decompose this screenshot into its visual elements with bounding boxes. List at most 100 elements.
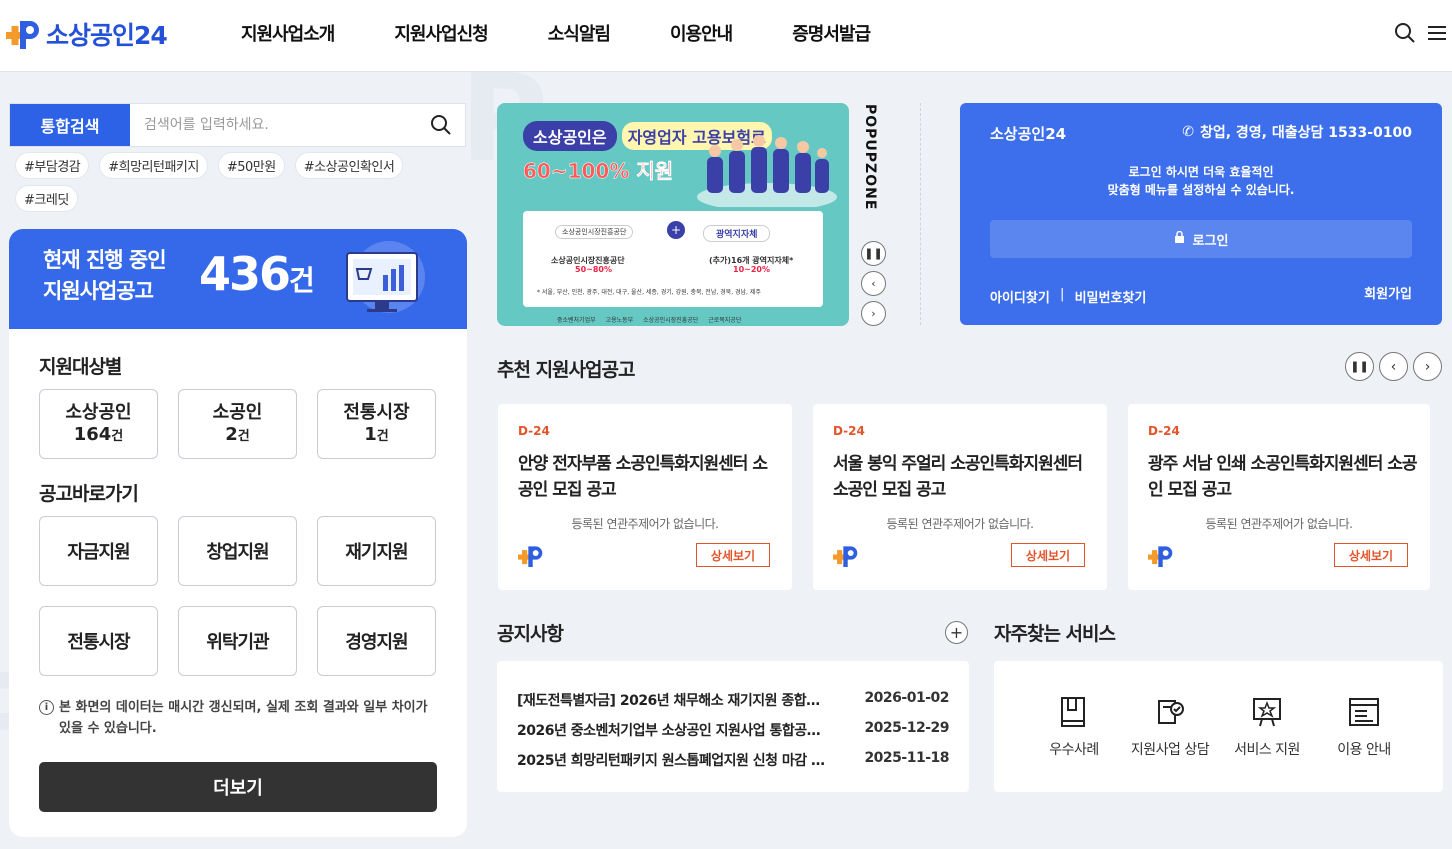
search-tag[interactable]: #희망리턴패키지 <box>99 152 208 179</box>
target-micro-manufacturer[interactable]: 소공인 2건 <box>178 389 297 459</box>
more-button[interactable]: 더보기 <box>39 762 437 812</box>
detail-button[interactable]: 상세보기 <box>1334 543 1408 567</box>
divider <box>920 103 921 325</box>
nav-item-guide[interactable]: 이용안내 <box>670 20 733 46</box>
card-keywords: 등록된 연관주제어가 없습니다. <box>1205 517 1353 531</box>
popup-pause-button[interactable]: ❚❚ <box>861 241 886 266</box>
data-refresh-notice: i 본 화면의 데이터는 매시간 갱신되며, 실제 조회 결과와 일부 차이가 … <box>39 697 429 739</box>
goto-restart[interactable]: 재기지원 <box>317 516 436 586</box>
current-programs-header[interactable]: 현재 진행 중인 지원사업공고 436건 <box>9 229 467 329</box>
service-support[interactable]: 서비스 지원 <box>1222 695 1312 759</box>
service-best-cases[interactable]: 우수사례 <box>1029 695 1119 759</box>
recommend-card[interactable]: D-24 안양 전자부품 소공인특화지원센터 소공인 모집 공고 등록된 연관주… <box>498 404 792 590</box>
join-link[interactable]: 회원가입 <box>1364 283 1412 302</box>
banner-people-illustration <box>697 117 837 211</box>
target-traditional-market[interactable]: 전통시장 1건 <box>317 389 436 459</box>
logo-p-icon <box>6 15 44 53</box>
login-message: 로그인 하시면 더욱 효율적인 맞춤형 메뉴를 설정하실 수 있습니다. <box>1107 165 1295 197</box>
banner-footer-orgs: 중소벤처기업부 고용노동부 소상공인시장진흥공단 근로복지공단 <box>557 317 742 324</box>
monitor-chart-icon <box>339 239 429 325</box>
site-logo[interactable]: 소상공인24 <box>6 14 168 54</box>
detail-button[interactable]: 상세보기 <box>1011 543 1085 567</box>
menu-icon[interactable] <box>1426 22 1448 44</box>
goto-funding[interactable]: 자금지원 <box>39 516 158 586</box>
logo-text: 소상공인24 <box>46 21 168 50</box>
target-small-business[interactable]: 소상공인 164건 <box>39 389 158 459</box>
search-tag[interactable]: #부담경감 <box>15 152 90 179</box>
search-label: 통합검색 <box>10 104 130 146</box>
search-tags: #부담경감 #희망리턴패키지 #50만원 #소상공인확인서 #크레딧 <box>15 152 470 218</box>
dday-badge: D-24 <box>833 424 865 438</box>
search-icon[interactable] <box>1394 22 1416 44</box>
dday-badge: D-24 <box>1148 424 1180 438</box>
find-password-link[interactable]: 비밀번호찾기 <box>1075 287 1147 306</box>
search-submit-icon[interactable] <box>417 104 465 146</box>
info-icon: i <box>39 700 54 715</box>
target-section-title: 지원대상별 <box>39 356 122 378</box>
services-title: 자주찾는 서비스 <box>994 623 1116 645</box>
nav-item-news[interactable]: 소식알림 <box>548 20 611 46</box>
goto-startup[interactable]: 창업지원 <box>178 516 297 586</box>
main-nav: 지원사업소개 지원사업신청 소식알림 이용안내 증명서발급 <box>241 20 930 46</box>
login-button[interactable]: 로그인 <box>990 220 1412 258</box>
detail-button[interactable]: 상세보기 <box>696 543 770 567</box>
search-tag[interactable]: #크레딧 <box>15 185 78 212</box>
login-title: 소상공인24 <box>990 125 1067 143</box>
find-id-link[interactable]: 아이디찾기 <box>990 287 1050 306</box>
nav-item-program-intro[interactable]: 지원사업소개 <box>241 20 335 46</box>
card-keywords: 등록된 연관주제어가 없습니다. <box>886 517 1034 531</box>
program-summary-panel: 현재 진행 중인 지원사업공고 436건 지원대상별 소상공인 164건 소공인… <box>9 229 467 837</box>
popup-banner[interactable]: 소상공인은 자영업자 고용보험료 60~100% 지원 소상공인시장진흥공단 +… <box>497 103 849 326</box>
lock-icon <box>1174 230 1185 248</box>
notice-item[interactable]: 2026년 중소벤처기업부 소상공인 지원사업 통합공… 2025-12-29 <box>517 720 949 740</box>
banner-info-card: 소상공인시장진흥공단 + 광역지자체 소상공인시장진흥공단 50~80% (추가… <box>523 211 823 307</box>
search-tag[interactable]: #50만원 <box>217 152 285 179</box>
search-input[interactable] <box>130 104 417 146</box>
recommend-title: 추천 지원사업공고 <box>497 359 635 381</box>
notice-title: 공지사항 <box>497 623 564 645</box>
goto-agency[interactable]: 위탁기관 <box>178 606 297 676</box>
current-programs-label: 현재 진행 중인 지원사업공고 <box>43 248 167 303</box>
recommend-card[interactable]: D-24 광주 서남 인쇄 소공인특화지원센터 소공인 모집 공고 등록된 연관… <box>1128 404 1430 590</box>
services-list: 우수사례 지원사업 상담 서비스 지원 이용 안내 <box>994 661 1443 792</box>
goto-management[interactable]: 경영지원 <box>317 606 436 676</box>
card-keywords: 등록된 연관주제어가 없습니다. <box>571 517 719 531</box>
logo-p-icon <box>833 542 861 570</box>
consult-phone[interactable]: ✆ 창업, 경영, 대출상담 1533-0100 <box>1182 122 1412 142</box>
plus-icon: + <box>667 221 685 239</box>
goto-section-title: 공고바로가기 <box>39 483 139 505</box>
card-title: 안양 전자부품 소공인특화지원센터 소공인 모집 공고 <box>518 454 768 500</box>
find-account-links: 아이디찾기 | 비밀번호찾기 <box>990 287 1147 306</box>
popup-prev-button[interactable]: ‹ <box>861 271 886 296</box>
document-check-icon <box>1158 700 1184 724</box>
popup-next-button[interactable]: › <box>861 301 886 326</box>
login-panel: 소상공인24 ✆ 창업, 경영, 대출상담 1533-0100 로그인 하시면 더… <box>960 103 1442 325</box>
notice-more-plus-icon[interactable]: + <box>945 621 968 644</box>
notice-list: [재도전특별자금] 2026년 채무해소 재기지원 종합… 2026-01-02 … <box>497 661 969 792</box>
star-board-icon <box>1253 698 1281 727</box>
notice-item[interactable]: [재도전특별자금] 2026년 채무해소 재기지원 종합… 2026-01-02 <box>517 690 949 710</box>
current-programs-count: 436건 <box>199 247 315 301</box>
goto-traditional-market[interactable]: 전통시장 <box>39 606 158 676</box>
dday-badge: D-24 <box>518 424 550 438</box>
search-tag[interactable]: #소상공인확인서 <box>294 152 404 179</box>
recommend-pause-button[interactable]: ❚❚ <box>1345 352 1374 381</box>
nav-item-certificate[interactable]: 증명서발급 <box>792 20 871 46</box>
service-consulting[interactable]: 지원사업 상담 <box>1125 695 1215 759</box>
guide-document-icon <box>1349 698 1379 726</box>
card-title: 광주 서남 인쇄 소공인특화지원센터 소공인 모집 공고 <box>1148 454 1418 500</box>
book-icon <box>1061 697 1085 727</box>
recommend-next-button[interactable]: › <box>1413 352 1442 381</box>
service-usage-guide[interactable]: 이용 안내 <box>1319 695 1409 759</box>
site-header: 소상공인24 지원사업소개 지원사업신청 소식알림 이용안내 증명서발급 <box>0 0 1452 72</box>
card-title: 서울 봉익 주얼리 소공인특화지원센터 소공인 모집 공고 <box>833 454 1083 500</box>
notice-item[interactable]: 2025년 희망리턴패키지 원스톱폐업지원 신청 마감 … 2025-11-18 <box>517 750 949 770</box>
phone-icon: ✆ <box>1182 124 1194 140</box>
integrated-search: 통합검색 <box>9 103 466 147</box>
popupzone-label: POPUPZONE <box>862 104 878 211</box>
recommend-card[interactable]: D-24 서울 봉익 주얼리 소공인특화지원센터 소공인 모집 공고 등록된 연… <box>813 404 1107 590</box>
logo-p-icon <box>518 542 546 570</box>
recommend-prev-button[interactable]: ‹ <box>1379 352 1408 381</box>
logo-p-icon <box>1148 542 1176 570</box>
nav-item-program-apply[interactable]: 지원사업신청 <box>394 20 488 46</box>
